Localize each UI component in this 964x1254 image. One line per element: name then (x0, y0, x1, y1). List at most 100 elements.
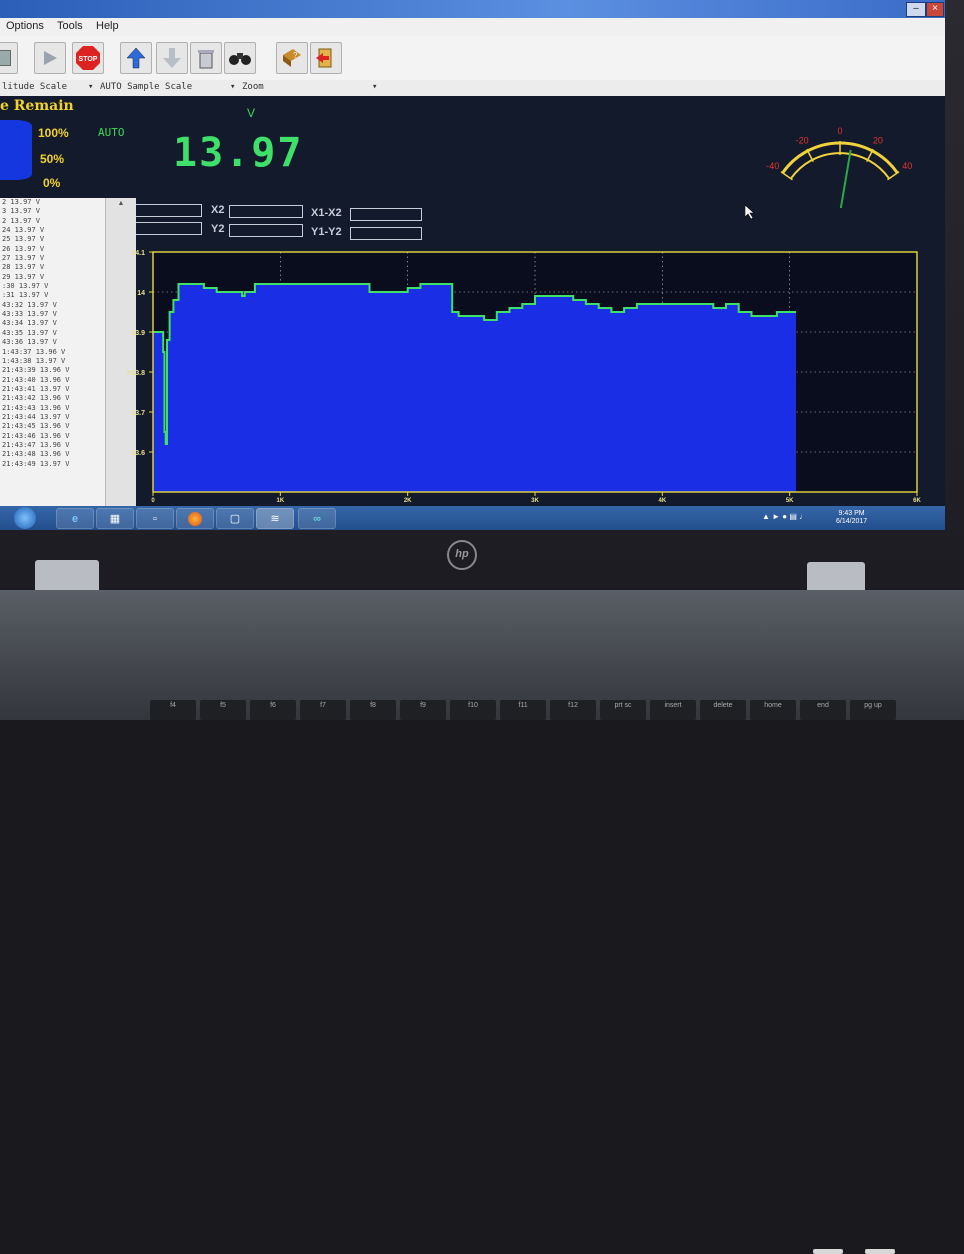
clock-time: 9:43 PM (838, 510, 865, 517)
log-row[interactable]: 43:34 13.97 V (0, 319, 105, 328)
svg-text:?: ? (293, 51, 298, 60)
printer-icon (0, 50, 11, 66)
battery-tank-icon (0, 120, 32, 180)
monitor-chart-icon: ≋ (270, 513, 280, 525)
log-row[interactable]: 25 13.97 V (0, 235, 105, 244)
taskbar-libraries[interactable]: ▦ (96, 508, 134, 529)
folders-icon: ▢ (229, 513, 241, 525)
mouse-cursor-icon (744, 204, 755, 224)
help-button[interactable]: ? (276, 42, 308, 74)
log-scroll-up-arrow[interactable]: ▲ (106, 200, 136, 207)
log-row[interactable]: 21:43:48 13.96 V (0, 450, 105, 459)
taskbar-arduino[interactable]: ∞ (298, 508, 336, 529)
log-row[interactable]: 28 13.97 V (0, 263, 105, 272)
key-f4: f4 (150, 700, 196, 720)
taskbar-monitor-app[interactable]: ≋ (256, 508, 294, 529)
clear-button[interactable] (190, 42, 222, 74)
minimize-button[interactable]: – (906, 2, 926, 17)
clock-date: 6/14/2017 (836, 518, 868, 525)
find-button[interactable] (224, 42, 256, 74)
log-row[interactable]: 27 13.97 V (0, 254, 105, 263)
taskbar: e ▦ ▫ ▢ ≋ ∞ ▲ ► ● ▤ ♩ 9:43 PM 6/14/2017 (0, 506, 945, 530)
log-row[interactable]: 21:43:42 13.96 V (0, 394, 105, 403)
y-tick-label: 13.7 (131, 410, 145, 417)
y-tick-label: 13.6 (131, 450, 145, 457)
system-tray[interactable]: ▲ ► ● ▤ ♩ (762, 512, 807, 521)
log-row[interactable]: :31 13.97 V (0, 291, 105, 300)
play-button[interactable] (34, 42, 66, 74)
log-row[interactable]: 43:35 13.97 V (0, 329, 105, 338)
zoom-select[interactable]: Zoom (242, 82, 264, 92)
log-row[interactable]: 21:43:44 13.97 V (0, 413, 105, 422)
up-arrow-icon (126, 47, 146, 69)
scroll-up-button[interactable] (120, 42, 152, 74)
y-tick-label: 14.1 (131, 250, 145, 257)
sample-scale-arrow[interactable]: ▾ (88, 82, 93, 92)
log-row[interactable]: 3 13.97 V (0, 207, 105, 216)
log-row[interactable]: 21:43:47 13.96 V (0, 441, 105, 450)
sample-scale-select[interactable]: AUTO Sample Scale (100, 82, 192, 92)
log-row[interactable]: 21:43:43 13.96 V (0, 404, 105, 413)
log-row[interactable]: 21:43:49 13.97 V (0, 460, 105, 469)
amplitude-scale-select[interactable]: litude Scale (2, 82, 67, 92)
binoculars-icon (229, 53, 251, 65)
taskbar-media[interactable]: ▫ (136, 508, 174, 529)
log-row[interactable]: 26 13.97 V (0, 245, 105, 254)
help-book-icon: ? (283, 49, 301, 67)
options-bar: litude Scale ▾ AUTO Sample Scale ▾ Zoom … (0, 80, 945, 96)
log-row[interactable]: 21:43:46 13.96 V (0, 432, 105, 441)
taskbar-clock[interactable]: 9:43 PM 6/14/2017 (836, 510, 867, 526)
start-button[interactable] (14, 507, 36, 529)
key-f11: f11 (500, 700, 546, 720)
taskbar-folders[interactable]: ▢ (216, 508, 254, 529)
menu-tools[interactable]: Tools (57, 20, 83, 32)
remain-title: e Remain (0, 98, 74, 114)
key-f9: f9 (400, 700, 446, 720)
ie-icon: e (71, 512, 79, 525)
x-tick-label: 2K (404, 498, 412, 504)
reading-log-list[interactable]: 2 13.97 V3 13.97 V2 13.97 V 24 13.97 V 25 … (0, 198, 105, 506)
stop-button[interactable]: STOP (72, 42, 104, 74)
y-tick-label: 13.8 (131, 370, 145, 377)
close-button[interactable]: × (926, 2, 944, 17)
gauge-needle (839, 149, 852, 208)
zoom-arrow[interactable]: ▾ (230, 82, 235, 92)
print-button[interactable] (0, 42, 18, 74)
log-row[interactable]: 2 13.97 V (0, 198, 105, 207)
taskbar-firefox[interactable] (176, 508, 214, 529)
y1y2-label: Y1-Y2 (311, 226, 342, 238)
log-row[interactable]: 21:43:41 13.97 V (0, 385, 105, 394)
log-row[interactable]: 21:43:45 13.96 V (0, 422, 105, 431)
key-prt-sc: prt sc (600, 700, 646, 720)
menu-options[interactable]: Options (6, 20, 44, 32)
x1x2-value-box (350, 208, 422, 221)
y-tick-label: 14 (137, 290, 145, 297)
zoom-dropdown-arrow[interactable]: ▾ (372, 82, 377, 92)
log-row[interactable]: 43:36 13.97 V (0, 338, 105, 347)
log-row[interactable]: 1:43:37 13.96 V (0, 348, 105, 357)
x-tick-label: 0 (151, 498, 155, 504)
taskbar-internet-explorer[interactable]: e (56, 508, 94, 529)
exit-button[interactable] (310, 42, 342, 74)
log-row[interactable]: 43:32 13.97 V (0, 301, 105, 310)
pct-50-label: 50% (40, 152, 65, 166)
key-f5: f5 (200, 700, 246, 720)
mode-label: AUTO (98, 126, 125, 139)
gauge-tick-label: -40 (766, 161, 779, 171)
log-row[interactable]: 29 13.97 V (0, 273, 105, 282)
y1-value-box (128, 222, 202, 235)
y-tick-label: 13.9 (131, 330, 145, 337)
log-row[interactable]: 21:43:39 13.96 V (0, 366, 105, 375)
down-arrow-icon (163, 48, 181, 68)
key-home: home (750, 700, 796, 720)
window-titlebar[interactable]: – × (0, 0, 945, 18)
log-row[interactable]: 21:43:40 13.96 V (0, 376, 105, 385)
log-row[interactable]: 2 13.97 V (0, 217, 105, 226)
scroll-down-button[interactable] (156, 42, 188, 74)
log-row[interactable]: 24 13.97 V (0, 226, 105, 235)
log-row[interactable]: :30 13.97 V (0, 282, 105, 291)
gauge-meter: -40 -20 0 20 40 (766, 126, 912, 208)
menu-help[interactable]: Help (96, 20, 119, 32)
log-row[interactable]: 1:43:38 13.97 V (0, 357, 105, 366)
log-row[interactable]: 43:33 13.97 V (0, 310, 105, 319)
